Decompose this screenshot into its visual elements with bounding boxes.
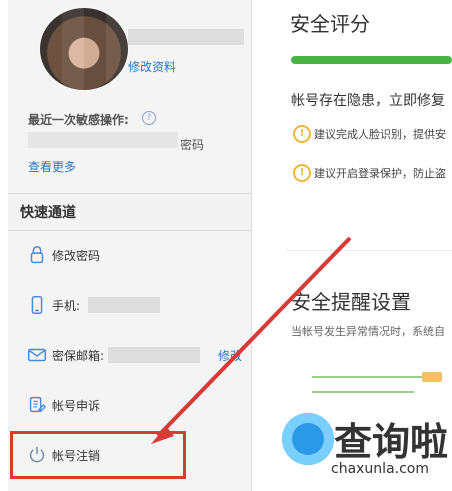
avatar[interactable]	[38, 6, 130, 92]
recent-sensitive-value-suffix: 密码	[180, 138, 205, 152]
blurred-email	[108, 347, 200, 363]
reminder-title: 安全提醒设置	[291, 290, 411, 314]
sidebar-item-appeal[interactable]: 帐号申诉	[8, 381, 251, 432]
tip-warning-icon: !	[293, 125, 311, 143]
help-icon[interactable]: ?	[142, 111, 156, 125]
sidebar-item-security-email[interactable]: 密保邮箱: 修改	[8, 331, 251, 382]
watermark: 查询啦 chaxunla.com	[276, 409, 452, 491]
edit-profile-link[interactable]: 修改资料	[128, 58, 176, 75]
blurred-phone-number	[88, 297, 160, 313]
reminder-graphic-tag	[422, 372, 442, 382]
edit-document-icon	[29, 396, 47, 413]
blurred-recent-sensitive-value	[28, 132, 178, 148]
blurred-username	[128, 29, 244, 45]
sidebar-item-phone[interactable]: 手机:	[8, 281, 251, 332]
warning-text: 帐号存在隐患，立即修复	[291, 93, 445, 109]
security-score-title: 安全评分	[290, 12, 370, 36]
reminder-description: 当帐号发生异常情况时，系统自	[291, 325, 445, 338]
quick-access-title: 快速通道	[20, 205, 76, 221]
tip-login-protection: 建议开启登录保护，防止盗	[314, 167, 446, 180]
highlight-box	[10, 431, 186, 479]
sidebar-item-change-password[interactable]: 修改密码	[8, 231, 251, 282]
watermark-logo-icon	[282, 413, 334, 465]
reminder-graphic-line-1	[312, 376, 426, 378]
recent-sensitive-label: 最近一次敏感操作:	[28, 113, 129, 127]
watermark-text-cn: 查询啦	[334, 420, 449, 464]
quick-access-header: 快速通道	[8, 193, 251, 231]
sidebar-item-label: 密保邮箱:	[52, 349, 105, 363]
watermark-text-en: chaxunla.com	[331, 461, 429, 477]
tip-warning-icon: !	[293, 164, 311, 182]
modify-email-link[interactable]: 修改	[218, 347, 242, 364]
view-more-link[interactable]: 查看更多	[28, 158, 76, 175]
phone-icon	[31, 296, 43, 314]
mail-icon	[28, 348, 46, 362]
security-score-bar	[291, 56, 452, 64]
sidebar-item-label: 手机:	[52, 299, 81, 313]
reminder-graphic-line-2	[312, 391, 414, 393]
sidebar-item-label: 修改密码	[52, 249, 101, 263]
lock-icon	[30, 246, 44, 264]
divider	[286, 250, 452, 251]
sidebar-item-label: 帐号申诉	[52, 399, 101, 413]
tip-face-recognition: 建议完成人脸识别，提供安	[314, 128, 446, 141]
